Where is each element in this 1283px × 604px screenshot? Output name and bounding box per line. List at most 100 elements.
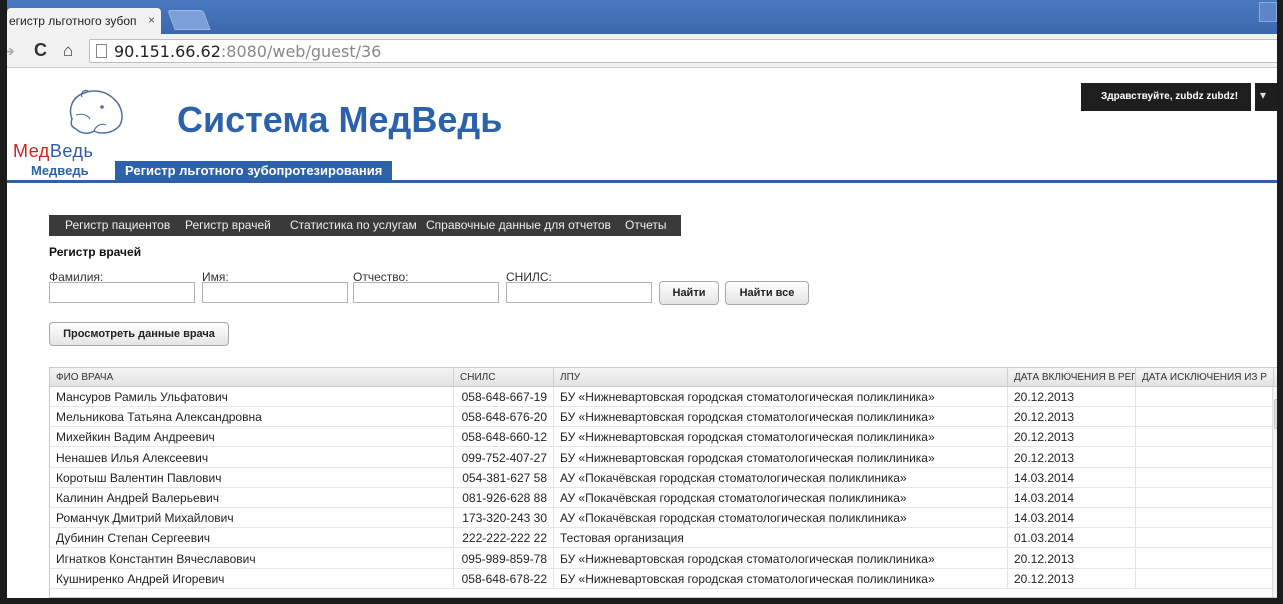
- cell-lpu: БУ «Нижневартовская городская стоматолог…: [554, 427, 1008, 448]
- cell-snils: 173-320-243 30: [454, 508, 554, 529]
- cell-exclude-date: [1136, 488, 1274, 508]
- cell-lpu: БУ «Нижневартовская городская стоматолог…: [554, 447, 1008, 468]
- cell-name: Коротыш Валентин Павлович: [50, 467, 454, 488]
- surname-input[interactable]: [49, 282, 195, 303]
- cell-include-date: 20.12.2013: [1008, 427, 1136, 448]
- cell-include-date: 14.03.2014: [1008, 467, 1136, 488]
- cell-lpu: АУ «Покачёвская городская стоматологичес…: [554, 467, 1008, 488]
- table-header: ФИО ВРАЧА СНИЛС ЛПУ ДАТА ВКЛЮЧЕНИЯ В РЕГ…: [50, 368, 1277, 387]
- page-icon: [96, 44, 107, 58]
- cell-include-date: 14.03.2014: [1008, 488, 1136, 508]
- browser-tab[interactable]: егистр льготного зубоп ×: [7, 8, 161, 34]
- table-row[interactable]: Мельникова Татьяна Александровна 058-648-…: [50, 407, 1274, 428]
- patronymic-input[interactable]: [353, 282, 499, 303]
- cell-name: Дубинин Степан Сергеевич: [50, 528, 454, 549]
- user-greeting[interactable]: Здравствуйте, zubdz zubdz!: [1081, 83, 1251, 111]
- close-icon[interactable]: ×: [148, 13, 155, 27]
- cell-exclude-date: [1136, 387, 1274, 407]
- table-row[interactable]: Михейкин Вадим Андреевич 058-648-660-12 БУ…: [50, 427, 1274, 448]
- cell-snils: 058-648-667-19: [454, 387, 554, 407]
- cell-exclude-date: [1136, 508, 1274, 529]
- cell-name: Михейкин Вадим Андреевич: [50, 427, 454, 448]
- cell-name: Мельникова Татьяна Александровна: [50, 407, 454, 428]
- browser-window: егистр льготного зубоп × ➔ C ⌂ 90.151.66…: [0, 0, 1283, 604]
- cell-snils: 058-648-678-22: [454, 568, 554, 589]
- back-arrow-icon[interactable]: ➔: [7, 43, 15, 60]
- scrollbar[interactable]: [1272, 387, 1277, 597]
- submenu-patients[interactable]: Регистр пациентов: [65, 218, 170, 232]
- cell-name: Ненашев Илья Алексеевич: [50, 447, 454, 468]
- cell-lpu: Тестовая организация: [554, 528, 1008, 549]
- new-tab-button[interactable]: [167, 10, 211, 30]
- cell-include-date: 20.12.2013: [1008, 447, 1136, 468]
- cell-snils: 058-648-676-20: [454, 407, 554, 428]
- cell-exclude-date: [1136, 407, 1274, 428]
- cell-include-date: 20.12.2013: [1008, 387, 1136, 407]
- top-navigation: Медведь Регистр льготного зубопротезиров…: [7, 161, 1277, 183]
- cell-lpu: БУ «Нижневартовская городская стоматолог…: [554, 407, 1008, 428]
- table-row[interactable]: Романчук Дмитрий Михайлович 173-320-243 3…: [50, 508, 1274, 529]
- cell-exclude-date: [1136, 447, 1274, 468]
- section-title: Регистр врачей: [49, 245, 142, 259]
- nav-item-medved[interactable]: Медведь: [21, 161, 99, 181]
- table-row[interactable]: Мансуров Рамиль Ульфатович 058-648-667-19…: [50, 387, 1274, 407]
- snils-input[interactable]: [506, 282, 652, 303]
- nav-item-registry[interactable]: Регистр льготного зубопротезирования: [115, 161, 393, 181]
- column-header-exclude-date[interactable]: ДАТА ИСКЛЮЧЕНИЯ ИЗ Р: [1136, 368, 1274, 387]
- cell-snils: 099-752-407-27: [454, 447, 554, 468]
- page-content: МедВедь Система МедВедь Здравствуйте, zu…: [7, 69, 1277, 598]
- submenu-statistics[interactable]: Статистика по услугам: [290, 218, 417, 232]
- cell-exclude-date: [1136, 528, 1274, 549]
- table-row[interactable]: Коротыш Валентин Павлович 054-381-627 58 А…: [50, 467, 1274, 488]
- table-row[interactable]: Кушниренко Андрей Игоревич 058-648-678-22…: [50, 568, 1274, 589]
- window-control-button[interactable]: [1259, 2, 1277, 22]
- address-bar[interactable]: 90.151.66.62:8080/web/guest/36: [89, 39, 1277, 63]
- name-input[interactable]: [202, 282, 348, 303]
- submenu-reports[interactable]: Отчеты: [625, 218, 666, 232]
- cell-include-date: 20.12.2013: [1008, 548, 1136, 569]
- view-doctor-button[interactable]: Просмотреть данные врача: [49, 322, 229, 346]
- table-row[interactable]: Ненашев Илья Алексеевич 099-752-407-27 БУ …: [50, 447, 1274, 468]
- site-title: Система МедВедь: [177, 99, 503, 140]
- table-row[interactable]: Калинин Андрей Валерьевич 081-926-628 88 А…: [50, 488, 1274, 508]
- sub-menu: Регистр пациентов Регистр врачей Статист…: [49, 215, 681, 236]
- cell-name: Игнатков Константин Вячеславович: [50, 548, 454, 569]
- cell-exclude-date: [1136, 568, 1274, 589]
- cell-include-date: 20.12.2013: [1008, 568, 1136, 589]
- submenu-doctors[interactable]: Регистр врачей: [185, 218, 271, 232]
- bear-icon: [69, 89, 123, 134]
- cell-lpu: БУ «Нижневартовская городская стоматолог…: [554, 568, 1008, 589]
- url-host: 90.151.66.62: [114, 42, 221, 61]
- cell-include-date: 14.03.2014: [1008, 508, 1136, 529]
- column-header-lpu[interactable]: ЛПУ: [554, 368, 1008, 387]
- find-all-button[interactable]: Найти все: [725, 281, 809, 305]
- column-header-snils[interactable]: СНИЛС: [454, 368, 554, 387]
- home-icon[interactable]: ⌂: [63, 41, 73, 61]
- scrollbar-thumb[interactable]: [1274, 399, 1277, 429]
- submenu-reference-data[interactable]: Справочные данные для отчетов: [426, 218, 611, 232]
- logo-wordmark: МедВедь: [13, 141, 93, 162]
- find-button[interactable]: Найти: [659, 281, 719, 305]
- cell-name: Калинин Андрей Валерьевич: [50, 488, 454, 508]
- column-header-name[interactable]: ФИО ВРАЧА: [50, 368, 454, 387]
- logo-wordmark-blue: Ведь: [49, 141, 94, 161]
- column-header-include-date[interactable]: ДАТА ВКЛЮЧЕНИЯ В РЕГ: [1008, 368, 1136, 387]
- url-text: 90.151.66.62:8080/web/guest/36: [114, 42, 381, 61]
- cell-name: Мансуров Рамиль Ульфатович: [50, 387, 454, 407]
- cell-snils: 058-648-660-12: [454, 427, 554, 448]
- table-row[interactable]: Дубинин Степан Сергеевич 222-222-222 22 Те…: [50, 528, 1274, 549]
- cell-name: Кушниренко Андрей Игоревич: [50, 568, 454, 589]
- cell-name: Романчук Дмитрий Михайлович: [50, 508, 454, 529]
- chevron-down-icon[interactable]: ▾: [1255, 83, 1277, 111]
- cell-snils: 054-381-627 58: [454, 467, 554, 488]
- cell-exclude-date: [1136, 548, 1274, 569]
- cell-lpu: БУ «Нижневартовская городская стоматолог…: [554, 387, 1008, 407]
- cell-exclude-date: [1136, 427, 1274, 448]
- reload-icon[interactable]: C: [34, 40, 47, 61]
- table-row[interactable]: Игнатков Константин Вячеславович 095-989-…: [50, 548, 1274, 569]
- cell-exclude-date: [1136, 467, 1274, 488]
- cell-lpu: БУ «Нижневартовская городская стоматолог…: [554, 548, 1008, 569]
- cell-snils: 222-222-222 22: [454, 528, 554, 549]
- cell-lpu: АУ «Покачёвская городская стоматологичес…: [554, 488, 1008, 508]
- logo[interactable]: МедВедь: [10, 79, 140, 161]
